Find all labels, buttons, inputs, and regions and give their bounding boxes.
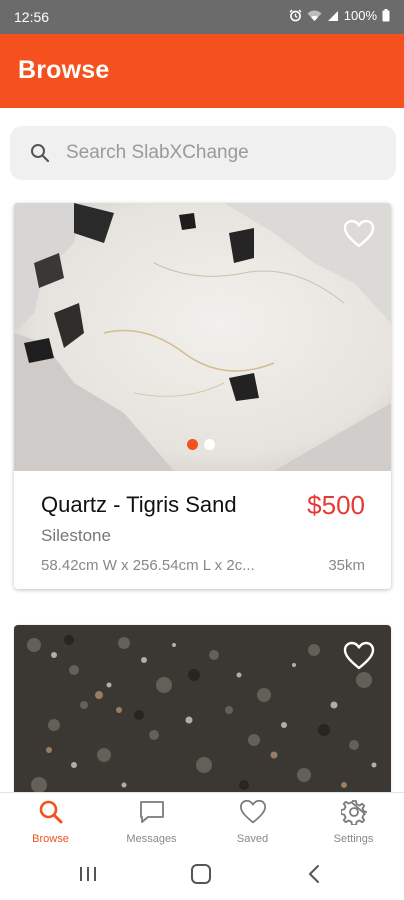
listing-card[interactable] — [14, 625, 391, 805]
slab-image-carousel[interactable] — [14, 203, 391, 471]
carousel-indicator — [187, 439, 215, 450]
listing-brand: Silestone — [41, 526, 111, 545]
carousel-dot-active[interactable] — [187, 439, 198, 450]
bottom-navigation: Browse Messages Saved Settings — [0, 792, 404, 852]
slab-photo — [14, 625, 391, 805]
system-navigation-bar — [0, 852, 404, 900]
wifi-icon — [307, 10, 322, 22]
favorite-heart-icon[interactable] — [343, 641, 375, 671]
slab-photo — [14, 203, 391, 471]
nav-settings[interactable]: Settings — [303, 793, 404, 853]
battery-icon — [382, 9, 390, 22]
search-bar[interactable] — [10, 126, 396, 180]
status-icons: 100% — [289, 8, 390, 23]
status-time: 12:56 — [14, 9, 50, 25]
nav-browse[interactable]: Browse — [0, 793, 101, 853]
listing-dimensions: 58.42cm W x 256.54cm L x 2c... — [41, 557, 255, 574]
gear-icon — [303, 799, 404, 830]
listing-title: Quartz - Tigris Sand — [41, 492, 237, 517]
listing-distance: 35km — [328, 557, 365, 574]
signal-icon — [327, 10, 339, 22]
status-bar: 12:56 100% — [0, 0, 404, 34]
nav-label: Browse — [32, 833, 69, 845]
battery-text: 100% — [343, 8, 377, 23]
search-icon — [30, 143, 50, 168]
listing-price: $500 — [307, 490, 365, 520]
nav-label: Settings — [333, 833, 374, 845]
favorite-heart-icon[interactable] — [343, 219, 375, 249]
recent-apps-icon[interactable] — [78, 864, 98, 889]
heart-icon — [202, 799, 303, 830]
search-icon — [0, 799, 101, 830]
alarm-icon — [289, 9, 302, 22]
nav-saved[interactable]: Saved — [202, 793, 303, 853]
slab-image-carousel[interactable] — [14, 625, 391, 805]
listing-card[interactable]: Quartz - Tigris Sand $500 Silestone 58.4… — [14, 203, 391, 589]
chat-bubble-icon — [101, 799, 202, 830]
page-title: Browse — [18, 56, 110, 84]
nav-label: Saved — [236, 833, 269, 845]
home-icon[interactable] — [190, 864, 212, 889]
nav-messages[interactable]: Messages — [101, 793, 202, 853]
app-bar: Browse — [0, 34, 404, 108]
nav-label: Messages — [126, 833, 177, 845]
back-icon[interactable] — [306, 864, 322, 889]
search-input[interactable] — [66, 139, 376, 167]
carousel-dot[interactable] — [204, 439, 215, 450]
